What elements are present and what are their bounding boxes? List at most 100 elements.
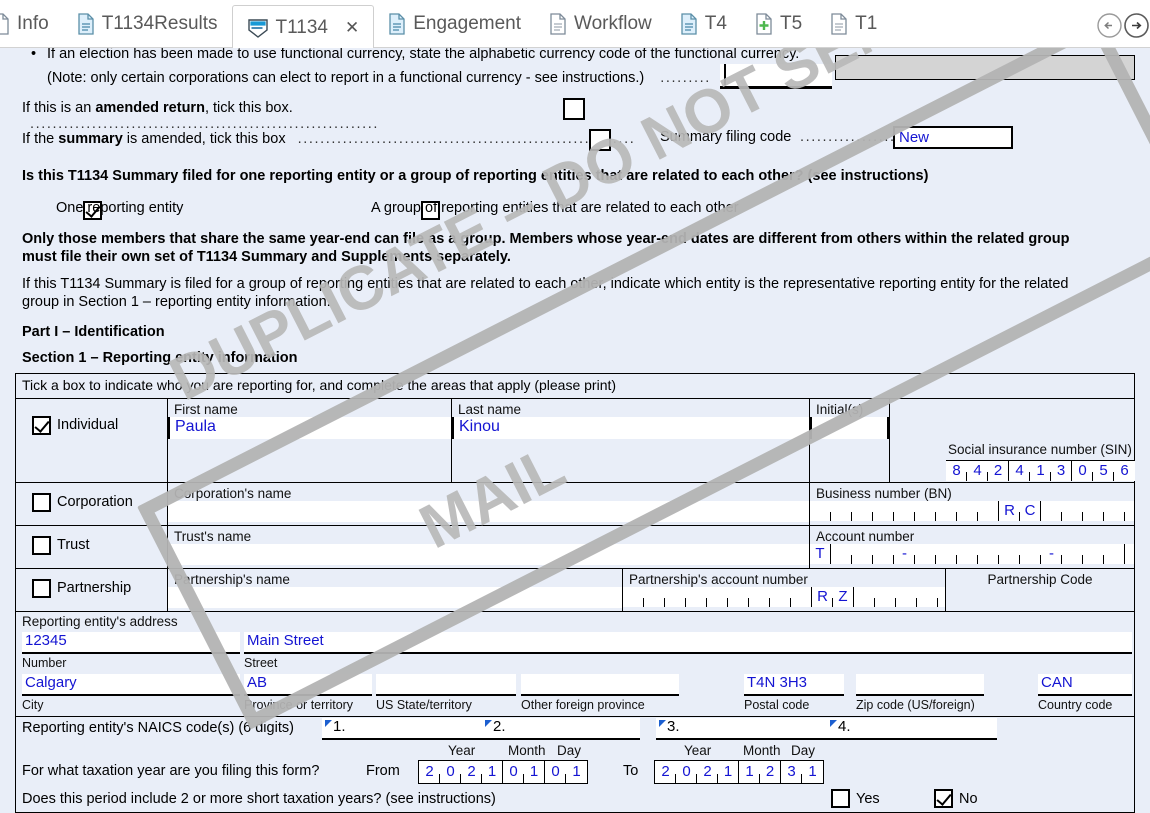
last-name-input[interactable]: Kinou bbox=[452, 417, 809, 439]
trust-account-input[interactable]: T - - bbox=[810, 544, 1134, 564]
tab-t1134[interactable]: T1134 ✕ bbox=[231, 5, 375, 49]
pa-suffix-digit bbox=[896, 587, 917, 607]
tab-engagement[interactable]: Engagement bbox=[374, 0, 535, 48]
section-heading: Section 1 – Reporting entity information bbox=[22, 350, 298, 366]
address-postal-label: Postal code bbox=[744, 698, 810, 712]
bn-digit bbox=[831, 501, 852, 521]
sin-digit: 5 bbox=[1093, 461, 1114, 481]
pa-digit bbox=[728, 587, 749, 607]
trust-name-label: Trust's name bbox=[174, 529, 252, 544]
address-other-province-input[interactable] bbox=[521, 674, 679, 696]
tab-t1[interactable]: T1 bbox=[816, 0, 891, 48]
flag-icon bbox=[325, 720, 332, 727]
short-years-no-checkbox[interactable] bbox=[934, 789, 953, 808]
sin-input[interactable]: 8 4 2 4 1 3 0 5 6 bbox=[946, 460, 1135, 481]
trust-label: Trust bbox=[57, 537, 90, 553]
trust-checkbox[interactable] bbox=[32, 536, 51, 555]
partnership-account-cell: Partnership's account number R Z bbox=[622, 569, 945, 611]
bn-digit bbox=[978, 501, 999, 521]
group-reporting-entities-label: A group of reporting entities that are r… bbox=[371, 200, 739, 216]
partnership-name-input[interactable] bbox=[168, 587, 622, 608]
initials-input[interactable] bbox=[810, 417, 889, 439]
address-street-label: Street bbox=[244, 656, 278, 670]
tab-workflow[interactable]: Workflow bbox=[535, 0, 666, 48]
table-instruction: Tick a box to indicate who you are repor… bbox=[16, 374, 1134, 399]
close-icon[interactable]: ✕ bbox=[345, 18, 359, 38]
address-city-input[interactable]: Calgary bbox=[22, 674, 240, 696]
document-icon bbox=[388, 13, 406, 35]
tab-info[interactable]: Info bbox=[0, 0, 63, 48]
pa-digit bbox=[707, 587, 728, 607]
tab-t1134results[interactable]: T1134Results bbox=[63, 0, 232, 48]
bn-suffix-digit bbox=[1104, 501, 1125, 521]
document-blank-icon bbox=[549, 13, 567, 35]
document-add-icon bbox=[755, 13, 773, 35]
address-postal-input[interactable]: T4N 3H3 bbox=[744, 674, 844, 696]
bn-digit bbox=[936, 501, 957, 521]
partnership-row: Partnership Partnership's name Partnersh… bbox=[16, 569, 1134, 612]
from-digit: 1 bbox=[572, 763, 581, 780]
pa-digit bbox=[623, 587, 644, 607]
address-street-input[interactable]: Main Street bbox=[244, 632, 1132, 654]
nav-forward-button[interactable] bbox=[1123, 12, 1150, 39]
partnership-code-label: Partnership Code bbox=[987, 572, 1093, 587]
pa-suffix-digit bbox=[854, 587, 875, 607]
corporation-name-input[interactable] bbox=[168, 501, 809, 522]
pa-digit bbox=[686, 587, 707, 607]
first-name-input[interactable]: Paula bbox=[168, 417, 451, 439]
trust-account-cell: Account number T - - bbox=[809, 526, 1134, 568]
from-digit: 2 bbox=[419, 761, 440, 783]
summary-amended-checkbox[interactable] bbox=[589, 129, 612, 151]
corporation-checkbox[interactable] bbox=[32, 493, 51, 512]
partnership-checkbox[interactable] bbox=[32, 579, 51, 598]
first-name-label: First name bbox=[174, 402, 238, 417]
address-zip-input[interactable] bbox=[856, 674, 984, 696]
document-icon bbox=[680, 13, 698, 35]
naics-number: 4. bbox=[838, 718, 851, 735]
bn-digit bbox=[915, 501, 936, 521]
address-number-input[interactable]: 12345 bbox=[22, 632, 240, 654]
initials-cell: Initial(s) bbox=[809, 399, 889, 482]
nav-back-button[interactable] bbox=[1096, 12, 1123, 39]
short-taxation-years-question: Does this period include 2 or more short… bbox=[22, 791, 496, 807]
sin-digit: 0 bbox=[1072, 461, 1093, 481]
address-province-input[interactable]: AB bbox=[244, 674, 372, 696]
document-icon bbox=[77, 13, 95, 35]
business-number-input[interactable]: R C bbox=[810, 501, 1134, 521]
account-digit bbox=[957, 544, 978, 564]
account-digit bbox=[852, 544, 873, 564]
account-separator: - bbox=[1041, 544, 1062, 564]
flag-icon bbox=[830, 720, 837, 727]
tab-t5[interactable]: T5 bbox=[741, 0, 816, 48]
trust-account-label: Account number bbox=[816, 529, 915, 544]
partnership-code-input[interactable] bbox=[946, 587, 1134, 607]
naics-field-3[interactable]: 3. bbox=[656, 718, 831, 740]
functional-currency-field[interactable] bbox=[720, 64, 832, 89]
amended-return-checkbox[interactable] bbox=[563, 98, 585, 120]
to-digit: 2 bbox=[697, 761, 718, 783]
partnership-account-input[interactable]: R Z bbox=[623, 587, 945, 607]
tab-list: Info T1134Results T1134 ✕ Engagement Wor… bbox=[0, 0, 1150, 49]
address-province-label: Province or territory bbox=[244, 698, 354, 712]
pa-digit bbox=[644, 587, 665, 607]
summary-filing-code-field[interactable]: New bbox=[893, 126, 1013, 149]
bn-suffix-digit bbox=[1062, 501, 1083, 521]
naics-field-4[interactable]: 4. bbox=[827, 718, 997, 740]
taxation-year-from-input[interactable]: 2 0 2 1 0 1 0 1 bbox=[418, 760, 588, 784]
bullet-text: If an election has been made to use func… bbox=[47, 48, 800, 62]
reporting-entity-table: Tick a box to indicate who you are repor… bbox=[15, 373, 1135, 813]
bn-digit bbox=[810, 501, 831, 521]
summary-amended-label-pre: If the bbox=[22, 131, 59, 147]
business-number-label: Business number (BN) bbox=[816, 486, 952, 501]
naics-field-2[interactable]: 2. bbox=[482, 718, 640, 740]
address-us-state-input[interactable] bbox=[376, 674, 516, 696]
trust-name-input[interactable] bbox=[168, 544, 809, 565]
sin-digit: 6 bbox=[1120, 462, 1129, 479]
tab-t4[interactable]: T4 bbox=[666, 0, 741, 48]
short-years-yes-checkbox[interactable] bbox=[831, 789, 850, 808]
address-country-input[interactable]: CAN bbox=[1038, 674, 1132, 696]
individual-checkbox[interactable] bbox=[32, 416, 51, 435]
account-digit bbox=[1062, 544, 1083, 564]
taxation-year-to-input[interactable]: 2 0 2 1 1 2 3 1 bbox=[654, 760, 824, 784]
summary-filing-code-label: Summary filing code bbox=[660, 129, 792, 145]
